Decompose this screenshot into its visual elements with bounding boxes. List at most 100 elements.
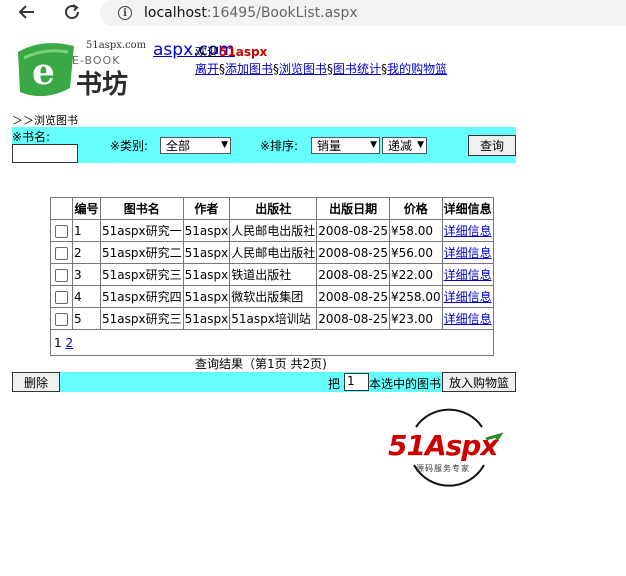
book-table: 编号 图书名 作者 出版社 出版日期 价格 详细信息 1 51aspx研究一 5…	[50, 197, 494, 356]
order-select[interactable]: 递减 ▼	[382, 137, 427, 154]
address-bar[interactable]: i localhost:16495/BookList.aspx	[100, 0, 626, 26]
category-value: 全部	[166, 139, 191, 153]
category-select[interactable]: 全部 ▼	[160, 137, 231, 154]
qty-prefix: 把	[328, 377, 341, 391]
book-date: 2008-08-25	[316, 263, 390, 286]
col-select	[50, 197, 73, 220]
table-row: 3 51aspx研究三 51aspx 铁道出版社 2008-08-25 ¥22.…	[50, 263, 494, 286]
book-name-input[interactable]	[12, 144, 78, 163]
row-checkbox[interactable]	[55, 290, 68, 304]
nav-browse-books[interactable]: 浏览图书	[279, 62, 327, 76]
url-path: :16495/BookList.aspx	[206, 5, 358, 21]
row-checkbox[interactable]	[55, 268, 68, 282]
detail-link[interactable]: 详细信息	[444, 224, 492, 238]
book-title: 51aspx研究四	[100, 285, 184, 308]
table-row: 1 51aspx研究一 51aspx 人民邮电出版社 2008-08-25 ¥5…	[50, 219, 494, 242]
chevron-down-icon: ▼	[370, 140, 377, 150]
book-name-label: ※书名:	[12, 130, 51, 144]
book-id: 3	[72, 263, 101, 286]
row-checkbox[interactable]	[55, 246, 68, 260]
book-date: 2008-08-25	[316, 241, 390, 264]
sort-select[interactable]: 销量 ▼	[311, 137, 380, 154]
51aspx-watermark-logo: 51Aspx 源码服务专家	[386, 405, 512, 495]
browser-toolbar: i localhost:16495/BookList.aspx	[0, 0, 626, 26]
delete-button[interactable]: 删除	[12, 372, 60, 392]
chevron-down-icon: ▼	[221, 140, 228, 150]
reload-icon[interactable]	[61, 1, 83, 23]
col-id: 编号	[72, 197, 101, 220]
book-title: 51aspx研究三	[100, 263, 184, 286]
nav-book-stats[interactable]: 图书统计	[333, 62, 381, 76]
book-author: 51aspx	[182, 285, 231, 308]
book-publisher: 人民邮电出版社	[229, 241, 318, 264]
book-price: ¥56.00	[388, 241, 443, 264]
book-date: 2008-08-25	[316, 285, 390, 308]
book-author: 51aspx	[182, 219, 231, 242]
book-price: ¥258.00	[388, 285, 443, 308]
detail-link[interactable]: 详细信息	[444, 246, 492, 260]
logo-name: 书坊	[76, 70, 129, 100]
info-icon[interactable]: i	[118, 6, 132, 20]
book-publisher: 铁道出版社	[229, 263, 318, 286]
category-label: ※类别:	[110, 139, 149, 153]
book-author: 51aspx	[182, 263, 231, 286]
qty-suffix: 本选中的图书	[369, 377, 442, 391]
url-host: localhost	[144, 5, 207, 21]
watermark-tagline: 源码服务专家	[416, 464, 470, 473]
watermark-brand: 51Aspx	[388, 429, 498, 462]
col-publisher: 出版社	[229, 197, 318, 220]
book-price: ¥22.00	[388, 263, 443, 286]
pager-row: 1 2	[50, 329, 494, 356]
book-publisher: 51aspx培训站	[229, 307, 318, 330]
welcome-prefix: 欢迎	[195, 45, 220, 59]
chevron-down-icon: ▼	[417, 140, 424, 150]
table-row: 5 51aspx研究三 51aspx 51aspx培训站 2008-08-25 …	[50, 307, 494, 330]
col-title: 图书名	[100, 197, 184, 220]
col-author: 作者	[182, 197, 231, 220]
book-title: 51aspx研究三	[100, 307, 184, 330]
book-author: 51aspx	[182, 307, 231, 330]
search-bar: ※书名: ※类别: 全部 ▼ ※排序: 销量 ▼ 递减 ▼ 查询	[12, 127, 516, 163]
nav-add-book[interactable]: 添加图书	[225, 62, 273, 76]
col-date: 出版日期	[316, 197, 390, 220]
sort-label: ※排序:	[260, 139, 299, 153]
col-price: 价格	[388, 197, 443, 220]
logo-domain: 51aspx.com	[86, 40, 147, 51]
watermark-brand-text: 51Aspx	[388, 429, 498, 462]
action-bar: 删除 把 1 本选中的图书 放入购物篮	[12, 372, 516, 392]
welcome-text: 欢迎51aspx	[195, 43, 267, 60]
detail-link[interactable]: 详细信息	[444, 312, 492, 326]
row-checkbox[interactable]	[55, 312, 68, 326]
detail-link[interactable]: 详细信息	[444, 290, 492, 304]
book-title: 51aspx研究一	[100, 219, 184, 242]
book-title: 51aspx研究二	[100, 241, 184, 264]
row-checkbox[interactable]	[55, 224, 68, 238]
book-id: 4	[72, 285, 101, 308]
nav-my-cart[interactable]: 我的购物篮	[387, 62, 447, 76]
result-summary: 查询结果（第1页 共2页)	[195, 357, 327, 371]
search-button[interactable]: 查询	[468, 135, 516, 156]
nav-logout[interactable]: 离开	[195, 62, 219, 76]
book-price: ¥58.00	[388, 219, 443, 242]
breadcrumb: ＞＞浏览图书	[12, 114, 78, 127]
detail-link[interactable]: 详细信息	[444, 268, 492, 282]
welcome-user: 51aspx	[219, 45, 268, 59]
book-publisher: 微软出版集团	[229, 285, 318, 308]
book-price: ¥23.00	[388, 307, 443, 330]
order-value: 递减	[388, 139, 413, 153]
book-author: 51aspx	[182, 241, 231, 264]
back-arrow-icon[interactable]	[16, 1, 38, 23]
table-header-row: 编号 图书名 作者 出版社 出版日期 价格 详细信息	[50, 197, 494, 220]
col-detail: 详细信息	[441, 197, 494, 220]
add-to-cart-button[interactable]: 放入购物篮	[442, 372, 516, 392]
svg-text:e: e	[32, 51, 55, 93]
book-publisher: 人民邮电出版社	[229, 219, 318, 242]
pager-next-link[interactable]: 2	[65, 336, 73, 350]
top-nav: 离开§添加图书§浏览图书§图书统计§我的购物篮	[195, 60, 447, 77]
table-row: 4 51aspx研究四 51aspx 微软出版集团 2008-08-25 ¥25…	[50, 285, 494, 308]
book-id: 1	[72, 219, 101, 242]
book-id: 2	[72, 241, 101, 264]
sort-value: 销量	[317, 139, 342, 153]
pager-current: 1	[54, 335, 62, 350]
quantity-input[interactable]: 1	[344, 373, 369, 391]
